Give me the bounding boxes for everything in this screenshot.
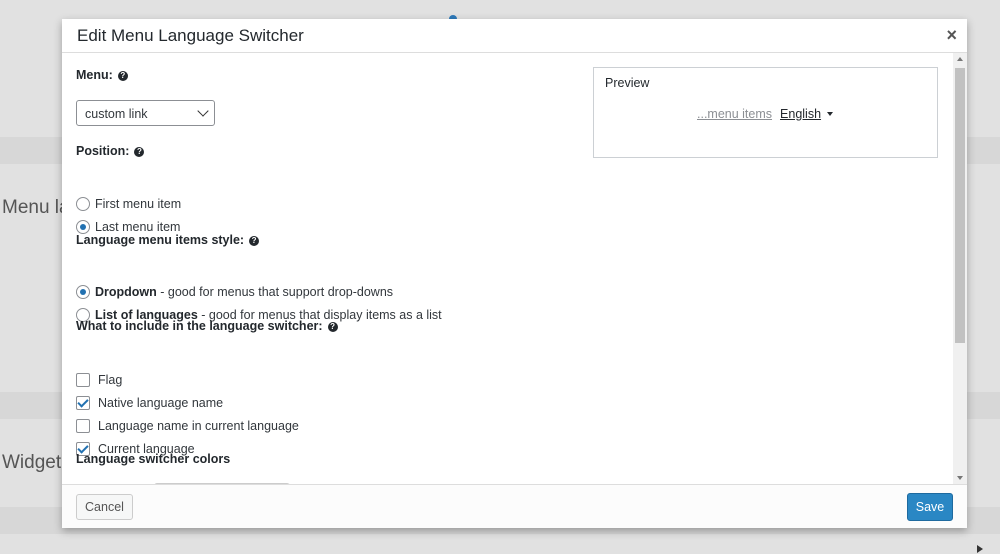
scroll-up-arrow-icon[interactable]	[957, 57, 963, 61]
include-option-label: Native language name	[98, 396, 224, 410]
position-option-label: Last menu item	[95, 220, 181, 234]
dialog-footer: Cancel Save	[62, 484, 967, 528]
include-option-native-name[interactable]: Native language name	[76, 395, 223, 411]
include-option-name-current[interactable]: Language name in current language	[76, 418, 299, 434]
style-radio-dropdown[interactable]	[76, 285, 90, 299]
background-widget-label: Widget	[2, 452, 62, 473]
position-label-text: Position:	[76, 144, 130, 158]
dialog-body: Menu:? custom link Position:? First menu…	[62, 53, 967, 484]
style-field-label: Language menu items style:?	[76, 233, 260, 247]
help-icon[interactable]: ?	[117, 71, 128, 81]
save-button[interactable]: Save	[907, 493, 953, 521]
preview-title: Preview	[605, 76, 650, 90]
include-option-label: Flag	[98, 373, 123, 387]
scroll-down-arrow-icon[interactable]	[957, 476, 963, 480]
style-option-label: Dropdown	[95, 285, 157, 299]
dialog-scrollbar[interactable]	[953, 53, 967, 484]
include-checkbox-flag[interactable]	[76, 373, 90, 387]
include-checkbox-native-name[interactable]	[76, 396, 90, 410]
chevron-down-icon	[197, 105, 209, 117]
menu-label-text: Menu:	[76, 68, 113, 82]
preview-language-link[interactable]: English	[780, 107, 821, 121]
background-menu-label: Menu la	[2, 197, 70, 218]
position-option-first[interactable]: First menu item	[76, 196, 181, 212]
style-option-dropdown[interactable]: Dropdown - good for menus that support d…	[76, 284, 393, 300]
close-icon[interactable]: ×	[946, 25, 957, 45]
position-radio-first[interactable]	[76, 197, 90, 211]
include-option-flag[interactable]: Flag	[76, 372, 122, 388]
preview-menu: ...menu items English	[697, 107, 834, 121]
preview-panel: Preview ...menu items English	[593, 67, 938, 158]
colors-field-label: Language switcher colors	[76, 452, 231, 466]
preview-menu-items-link[interactable]: ...menu items	[697, 107, 772, 121]
position-radio-last[interactable]	[76, 220, 90, 234]
scrollbar-thumb[interactable]	[955, 68, 965, 343]
help-icon[interactable]: ?	[249, 236, 260, 246]
include-checkbox-name-current[interactable]	[76, 419, 90, 433]
dialog-header: Edit Menu Language Switcher ×	[62, 19, 967, 53]
include-label-text: What to include in the language switcher…	[76, 319, 323, 333]
include-option-label: Language name in current language	[98, 419, 299, 433]
position-option-label: First menu item	[95, 197, 182, 211]
help-icon[interactable]: ?	[327, 322, 338, 332]
style-label-text: Language menu items style:	[76, 233, 245, 247]
edit-language-switcher-dialog: Edit Menu Language Switcher × Menu:? cus…	[62, 19, 967, 528]
help-icon[interactable]: ?	[134, 147, 145, 157]
mouse-cursor-icon	[977, 545, 983, 553]
menu-field-label: Menu:?	[76, 68, 128, 82]
caret-down-icon	[827, 112, 834, 116]
include-field-label: What to include in the language switcher…	[76, 319, 338, 333]
position-field-label: Position:?	[76, 144, 145, 158]
dialog-title: Edit Menu Language Switcher	[77, 26, 304, 45]
menu-select-value: custom link	[85, 107, 148, 121]
cancel-button[interactable]: Cancel	[76, 494, 133, 520]
menu-select[interactable]: custom link	[76, 100, 215, 126]
style-option-description: - good for menus that support drop-downs	[156, 285, 394, 299]
